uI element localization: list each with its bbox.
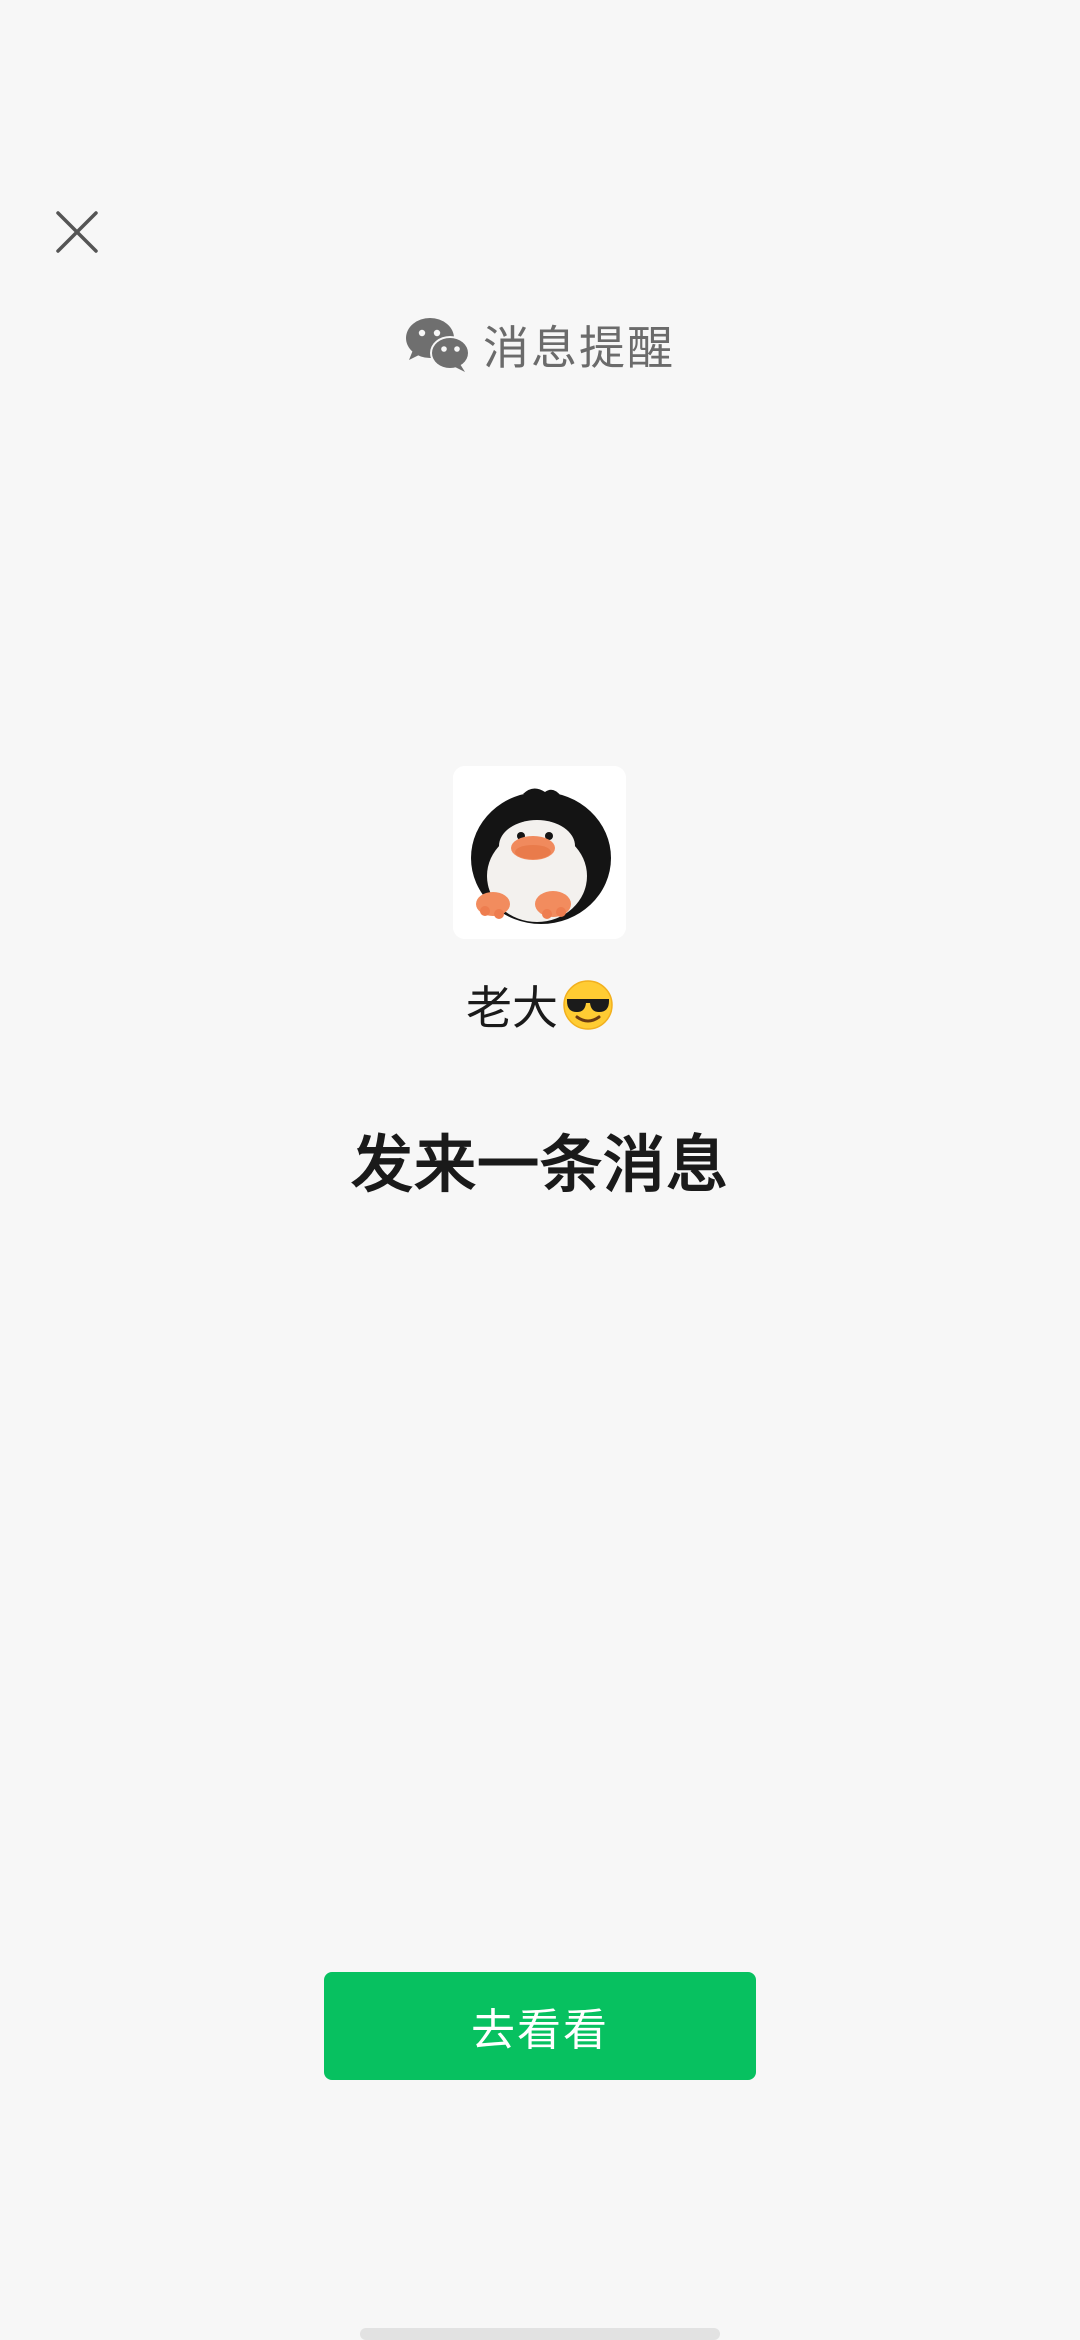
avatar[interactable]	[453, 766, 626, 939]
page-title: 消息提醒	[483, 321, 675, 375]
wechat-icon	[405, 316, 471, 374]
close-button[interactable]	[40, 195, 114, 269]
sender-name: 老大	[466, 981, 558, 1035]
message-text: 发来一条消息	[350, 1128, 729, 1201]
close-icon	[56, 211, 98, 253]
home-indicator[interactable]	[360, 2328, 720, 2340]
view-message-button[interactable]: 去看看	[324, 1972, 756, 2080]
smiling-face-with-sunglasses-icon	[562, 979, 614, 1031]
notification-screen: 消息提醒 老大 发来一条消息 去看看	[0, 0, 1080, 2340]
sender-name-row: 老大	[0, 970, 1080, 1040]
penguin-plush-image	[453, 766, 626, 939]
header: 消息提醒	[0, 310, 1080, 380]
